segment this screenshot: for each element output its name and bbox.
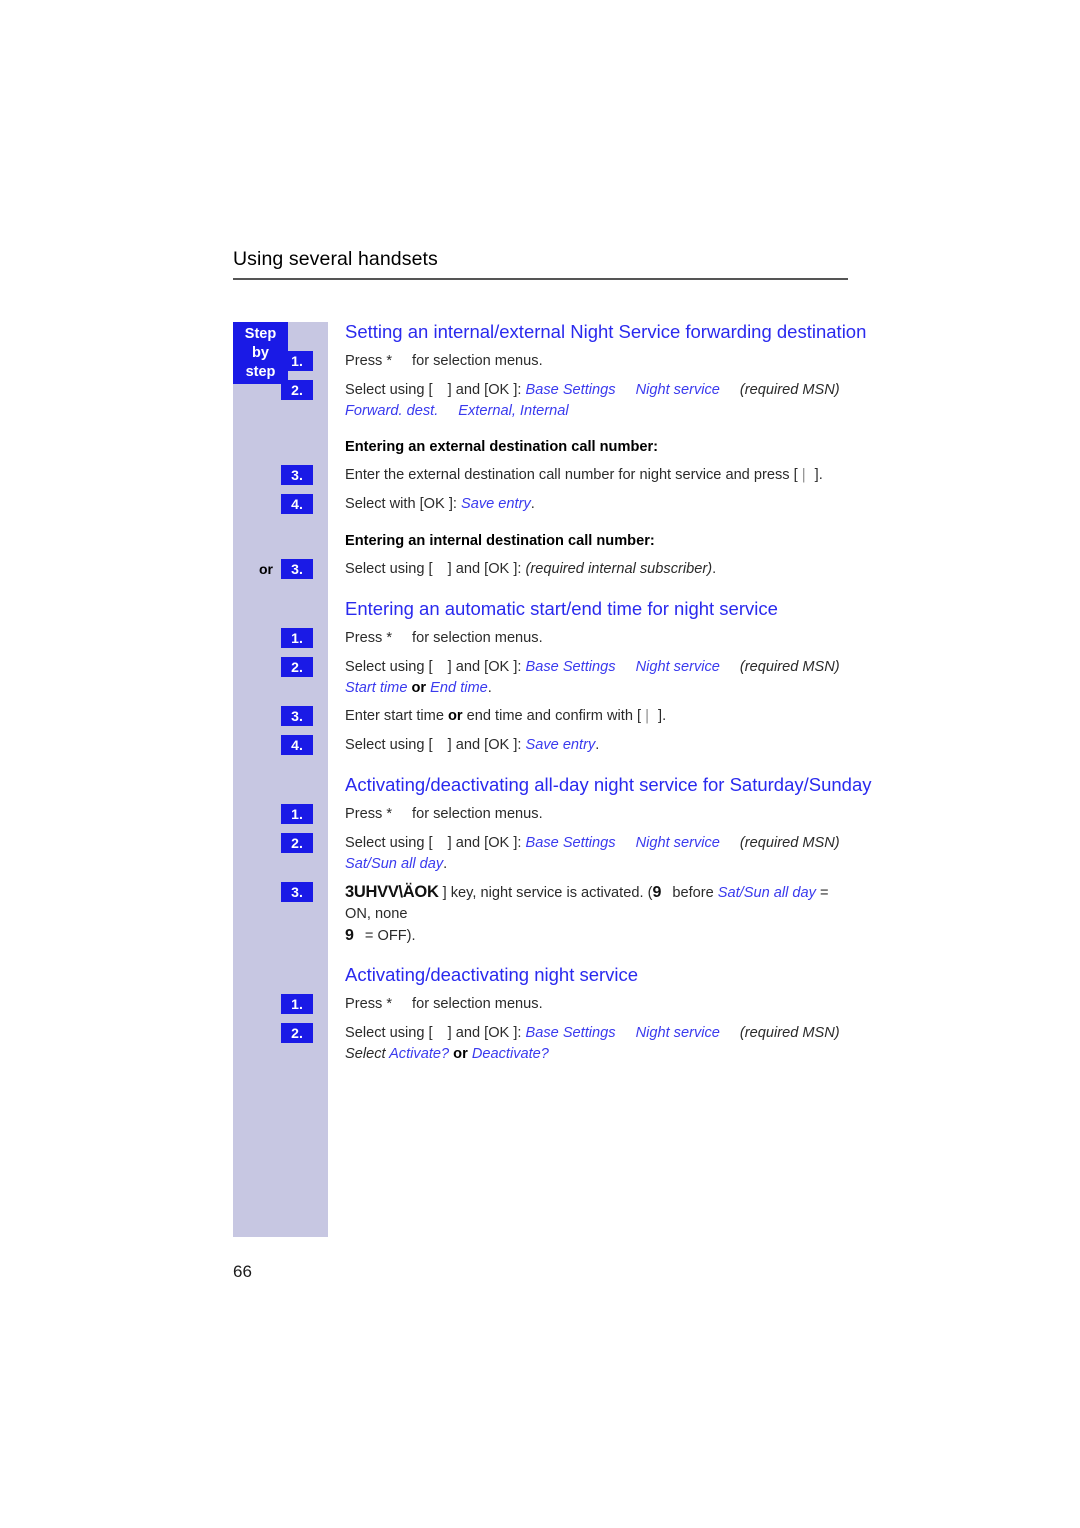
section-heading: Activating/deactivating night service — [345, 964, 639, 985]
display-key-icon: ❘ — [641, 708, 654, 724]
step-number-badge: 1. — [281, 351, 313, 371]
step-text: 3UHVV\ÄOK ] key, night service is activa… — [345, 883, 829, 944]
menu-term: Night service — [635, 1025, 720, 1041]
step-text: Select using [] and [OK ]: Base Settings… — [345, 659, 840, 696]
menu-term: Start time — [345, 680, 408, 696]
section-activate-night-service: Activating/deactivating night service 1. P… — [281, 963, 850, 1065]
display-key-icon: ❘ — [797, 467, 810, 483]
menu-term: Save entry — [525, 737, 596, 753]
subsection-heading: Entering an internal destination call nu… — [345, 533, 655, 549]
step-number-badge: 1. — [281, 804, 313, 824]
instruction-step: 1. Press * for selection menus. — [281, 351, 850, 373]
step-by-step-line-2: by — [252, 345, 269, 361]
step-number-badge: 3. — [281, 559, 313, 579]
menu-term: Forward. dest. — [345, 403, 439, 419]
step-text: Select using [] and [OK ]: Base Settings… — [345, 835, 840, 872]
step-text: Press * for selection menus. — [345, 806, 543, 822]
instruction-step: or 3. Select using [] and [OK ]: (required… — [259, 559, 850, 581]
or-label: or — [259, 561, 273, 577]
step-text: Select using [] and [OK ]: Base Settings… — [345, 382, 840, 419]
step-number-badge: 4. — [281, 735, 313, 755]
checkmark-glyph: 9 — [652, 884, 662, 901]
instruction-step: 2. Select using [] and [OK ]: Base Settin… — [281, 657, 850, 699]
instruction-step: 4. Select using [] and [OK ]: Save entry. — [281, 735, 850, 757]
step-number-badge: 4. — [281, 494, 313, 514]
page-title: Using several handsets — [233, 248, 438, 270]
menu-term: External, Internal — [458, 403, 569, 419]
italic-note: (required MSN) — [739, 1025, 840, 1041]
italic-note: (required MSN) — [739, 659, 840, 675]
menu-term: Night service — [635, 659, 720, 675]
page-number: 66 — [233, 1262, 252, 1281]
step-number-badge: 2. — [281, 657, 313, 677]
section-sat-sun-all-day: Activating/deactivating all-day night se… — [281, 773, 872, 947]
checkmark-glyph: 9 — [345, 927, 354, 944]
step-by-step-gutter — [233, 322, 328, 1237]
step-number-badge: 2. — [281, 833, 313, 853]
instruction-step: 2. Select using [] and [OK ]: Base Settin… — [281, 380, 850, 422]
step-text: Press * for selection menus. — [345, 353, 543, 369]
step-text: Select using [] and [OK ]: Save entry. — [345, 737, 600, 753]
step-text: Select using [] and [OK ]: Base Settings… — [345, 1025, 840, 1062]
instruction-step: 2. Select using [] and [OK ]: Base Settin… — [281, 833, 850, 875]
instruction-step: 2. Select using [] and [OK ]: Base Settin… — [281, 1023, 850, 1065]
instruction-step: 1. Press * for selection menus. — [281, 628, 850, 650]
step-by-step-line-1: Step — [244, 326, 277, 342]
menu-term: Base Settings — [525, 382, 616, 398]
press-key-glyph: 3UHVV\ÄOK — [345, 883, 439, 901]
italic-note: (required MSN) — [739, 382, 840, 398]
header-divider — [233, 278, 848, 280]
step-text: Press * for selection menus. — [345, 630, 543, 646]
or-conjunction: or — [453, 1046, 468, 1062]
menu-term: Sat/Sun all day — [717, 885, 816, 901]
step-number-badge: 2. — [281, 1023, 313, 1043]
step-text: Press * for selection menus. — [345, 996, 543, 1012]
step-number-badge: 3. — [281, 465, 313, 485]
menu-term: Night service — [635, 382, 720, 398]
italic-note: Select — [345, 1046, 390, 1062]
step-number-badge: 3. — [281, 882, 313, 902]
instruction-step: 3. Enter the external destination call nu… — [281, 465, 850, 487]
menu-term: Base Settings — [525, 835, 616, 851]
step-by-step-badge: Step by step — [233, 322, 288, 384]
menu-term: Deactivate? — [471, 1046, 549, 1062]
italic-note: (required MSN) — [739, 835, 840, 851]
instruction-step: 1. Press * for selection menus. — [281, 994, 850, 1016]
or-conjunction: or — [411, 680, 427, 696]
step-by-step-line-3: step — [245, 364, 276, 380]
instruction-step: 1. Press * for selection menus. — [281, 804, 850, 826]
menu-term: Activate? — [389, 1046, 450, 1062]
menu-term: Sat/Sun all day — [345, 856, 444, 872]
section-forwarding-destination: Setting an internal/external Night Servi… — [259, 320, 867, 581]
or-conjunction: or — [448, 708, 463, 724]
step-number-badge: 1. — [281, 628, 313, 648]
instructions-content: Setting an internal/external Night Servi… — [259, 320, 872, 1065]
menu-term: Base Settings — [525, 1025, 616, 1041]
section-start-end-time: Entering an automatic start/end time for… — [281, 597, 850, 757]
instruction-step: 3. 3UHVV\ÄOK ] key, night service is acti… — [281, 882, 850, 947]
menu-term: Save entry — [460, 496, 531, 512]
italic-note: (required internal subscriber) — [525, 561, 713, 577]
subsection-heading: Entering an external destination call nu… — [345, 439, 659, 455]
step-number-badge: 2. — [281, 380, 313, 400]
menu-term: End time — [430, 680, 488, 696]
step-number-badge: 3. — [281, 706, 313, 726]
step-text: Select using [] and [OK ]: (required int… — [345, 561, 717, 577]
instruction-step: 4. Select with [OK ]: Save entry. — [281, 494, 850, 516]
step-text: Enter start time or end time and confirm… — [345, 706, 850, 727]
step-text: Enter the external destination call numb… — [345, 465, 850, 486]
running-header: Using several handsets — [233, 248, 848, 280]
instruction-step: 3. Enter start time or end time and confi… — [281, 706, 850, 728]
section-heading: Entering an automatic start/end time for… — [345, 598, 778, 619]
menu-term: Night service — [635, 835, 720, 851]
menu-term: Base Settings — [525, 659, 616, 675]
section-heading: Activating/deactivating all-day night se… — [345, 774, 872, 795]
manual-page: Using several handsets Step by step Sett… — [0, 0, 1080, 1528]
section-heading: Setting an internal/external Night Servi… — [345, 321, 867, 342]
step-text: Select with [OK ]: Save entry. — [345, 496, 535, 512]
step-number-badge: 1. — [281, 994, 313, 1014]
